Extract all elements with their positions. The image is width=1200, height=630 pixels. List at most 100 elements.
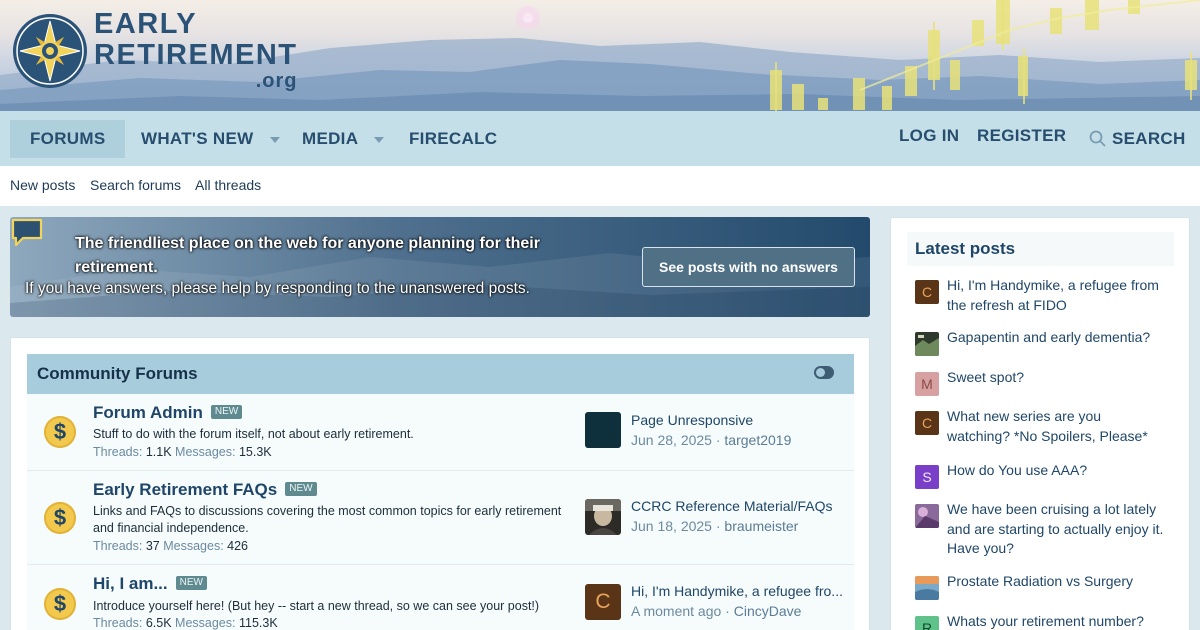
forum-stats: Threads: 1.1K Messages: 15.3K	[93, 445, 272, 459]
search-link[interactable]: SEARCH	[1089, 120, 1186, 158]
register-link[interactable]: REGISTER	[977, 117, 1066, 155]
avatar[interactable]	[585, 412, 621, 448]
dollar-coin-icon: $	[44, 416, 76, 448]
category-header: Community Forums	[27, 354, 854, 394]
latest-post-item[interactable]: Gapapentin and early dementia?	[915, 328, 1167, 356]
latest-post-item[interactable]: Prostate Radiation vs Surgery	[915, 572, 1167, 600]
latest-post-title[interactable]: Sweet spot?	[947, 368, 1167, 388]
forum-description: Stuff to do with the forum itself, not a…	[93, 427, 414, 441]
see-unanswered-posts-button[interactable]: See posts with no answers	[642, 247, 855, 287]
avatar[interactable]: C	[915, 411, 939, 435]
forum-title[interactable]: Forum Admin NEW	[93, 403, 243, 423]
avatar[interactable]: R	[915, 616, 939, 630]
last-post-title[interactable]: Page Unresponsive	[631, 412, 846, 428]
nav-forums[interactable]: FORUMS	[10, 120, 126, 158]
forum-description: Links and FAQs to discussions covering t…	[93, 504, 562, 535]
logo-text-retirement: RETIREMENT	[94, 39, 298, 71]
new-badge: NEW	[210, 404, 243, 419]
latest-posts-widget: Latest posts C Hi, I'm Handymike, a refu…	[890, 217, 1190, 630]
notice-subtitle: If you have answers, please help by resp…	[25, 280, 530, 297]
login-label: LOG IN	[899, 126, 960, 145]
latest-post-title[interactable]: Whats your retirement number?	[947, 612, 1167, 630]
latest-post-item[interactable]: C Hi, I'm Handymike, a refugee from the …	[915, 276, 1165, 318]
subnav-search-forums[interactable]: Search forums	[90, 177, 181, 193]
latest-post-item[interactable]: R Whats your retirement number?	[915, 612, 1165, 630]
forum-description: Introduce yourself here! (But hey -- sta…	[93, 599, 540, 613]
last-post-title[interactable]: CCRC Reference Material/FAQs	[631, 498, 846, 514]
forum-stats: Threads: 37 Messages: 426	[93, 539, 249, 553]
latest-post-item[interactable]: C What new series are you watching? *No …	[915, 407, 1165, 449]
last-post-user[interactable]: CincyDave	[734, 603, 802, 619]
chevron-down-icon[interactable]	[269, 136, 280, 143]
last-post-date[interactable]: A moment ago	[631, 603, 721, 619]
category-title[interactable]: Community Forums	[37, 364, 198, 384]
last-post-date[interactable]: Jun 28, 2025	[631, 432, 712, 448]
last-post-meta: A moment ago · CincyDave	[631, 603, 802, 619]
forum-title[interactable]: Hi, I am... NEW	[93, 574, 207, 594]
site-logo[interactable]: EARLY RETIREMENT .org	[12, 10, 298, 91]
user-photo-avatar	[915, 576, 939, 600]
user-photo-avatar	[585, 499, 621, 535]
last-post-meta: Jun 18, 2025 · braumeister	[631, 518, 799, 534]
welcome-notice: The friendliest place on the web for any…	[10, 217, 870, 317]
collapse-toggle-icon[interactable]	[814, 366, 834, 379]
forum-node[interactable]: $ Hi, I am... NEW Introduce yourself here…	[27, 565, 854, 630]
user-photo-avatar	[915, 332, 939, 356]
forum-list: Community Forums $ Forum Admin NEW Stuff …	[10, 337, 870, 630]
dollar-coin-icon: $	[44, 588, 76, 620]
search-label: SEARCH	[1112, 129, 1186, 148]
latest-post-title[interactable]: Prostate Radiation vs Surgery	[947, 572, 1167, 592]
forum-node[interactable]: $ Forum Admin NEW Stuff to do with the fo…	[27, 394, 854, 471]
speech-bubble-icon	[11, 218, 43, 247]
user-photo-avatar	[915, 504, 939, 528]
forum-stats: Threads: 6.5K Messages: 115.3K	[93, 616, 278, 630]
last-post-title[interactable]: Hi, I'm Handymike, a refugee fro...	[631, 583, 846, 599]
latest-post-title[interactable]: Gapapentin and early dementia?	[947, 328, 1167, 348]
avatar[interactable]: S	[915, 465, 939, 489]
nav-forums-label: FORUMS	[30, 129, 106, 148]
last-post-user[interactable]: target2019	[724, 432, 791, 448]
latest-post-title[interactable]: How do You use AAA?	[947, 461, 1167, 481]
sidebar-header: Latest posts	[907, 232, 1174, 266]
last-post-meta: Jun 28, 2025 · target2019	[631, 432, 792, 448]
main-nav: FORUMS WHAT'S NEW MEDIA FIRECALC LOG IN …	[0, 111, 1200, 166]
avatar[interactable]	[915, 504, 939, 528]
avatar[interactable]: C	[585, 584, 621, 620]
new-badge: NEW	[285, 481, 317, 496]
nav-whats-new-label: WHAT'S NEW	[141, 129, 254, 148]
site-banner: EARLY RETIREMENT .org	[0, 0, 1200, 111]
login-link[interactable]: LOG IN	[899, 117, 959, 155]
logo-text-org: .org	[255, 70, 298, 92]
dollar-coin-icon: $	[44, 502, 76, 534]
nav-media[interactable]: MEDIA	[302, 120, 385, 158]
latest-post-item[interactable]: M Sweet spot?	[915, 368, 1167, 396]
subnav-new-posts[interactable]: New posts	[10, 177, 75, 193]
compass-star-icon	[13, 13, 87, 88]
avatar[interactable]: C	[915, 280, 939, 304]
latest-post-title[interactable]: What new series are you watching? *No Sp…	[947, 407, 1167, 446]
notice-title: The friendliest place on the web for any…	[75, 235, 540, 276]
last-post-date[interactable]: Jun 18, 2025	[631, 518, 712, 534]
forum-title[interactable]: Early Retirement FAQs NEW	[93, 480, 317, 500]
avatar[interactable]	[915, 576, 939, 600]
search-icon	[1089, 130, 1106, 146]
sidebar-title[interactable]: Latest posts	[915, 239, 1015, 259]
avatar[interactable]	[585, 499, 621, 535]
subnav-all-threads[interactable]: All threads	[195, 177, 261, 193]
new-badge: NEW	[175, 575, 207, 590]
forum-node[interactable]: $ Early Retirement FAQs NEW Links and FAQ…	[27, 471, 854, 565]
latest-post-title[interactable]: Hi, I'm Handymike, a refugee from the re…	[947, 276, 1167, 315]
avatar[interactable]: M	[915, 372, 939, 396]
last-post-user[interactable]: braumeister	[724, 518, 798, 534]
nav-firecalc[interactable]: FIRECALC	[409, 120, 497, 158]
nav-firecalc-label: FIRECALC	[409, 129, 498, 148]
sub-nav: New posts Search forums All threads	[0, 166, 1200, 206]
nav-media-label: MEDIA	[302, 129, 359, 148]
latest-post-item[interactable]: S How do You use AAA?	[915, 461, 1167, 489]
latest-post-title[interactable]: We have been cruising a lot lately and a…	[947, 500, 1167, 559]
chevron-down-icon[interactable]	[374, 136, 385, 143]
latest-post-item[interactable]: We have been cruising a lot lately and a…	[915, 500, 1165, 560]
nav-whats-new[interactable]: WHAT'S NEW	[141, 120, 280, 158]
register-label: REGISTER	[977, 126, 1067, 145]
avatar[interactable]	[915, 332, 939, 356]
